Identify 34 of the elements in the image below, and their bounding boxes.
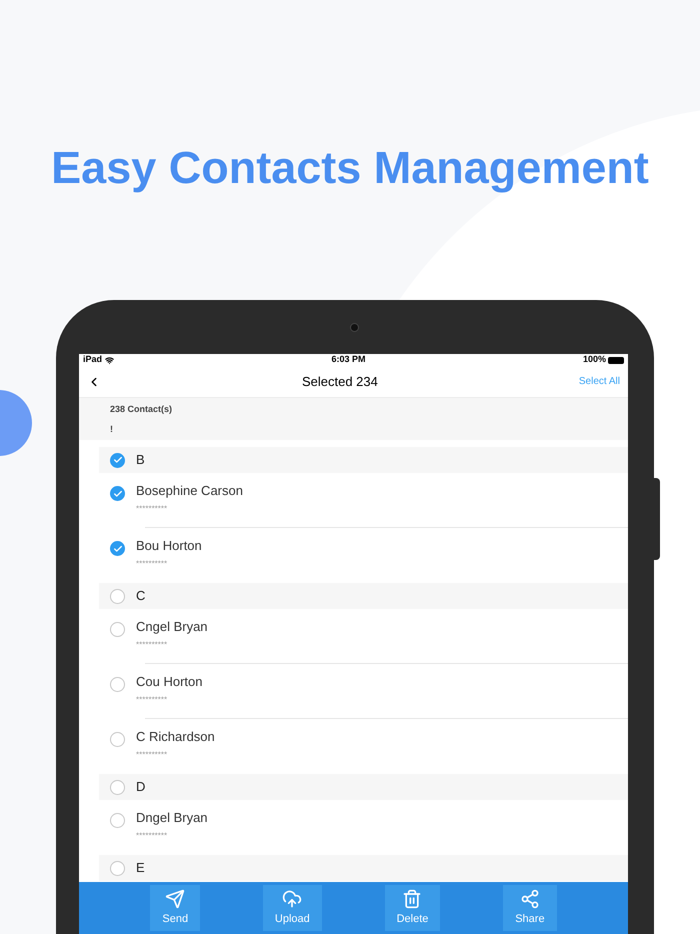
trash-icon xyxy=(402,888,422,909)
masked-phone: ********** xyxy=(136,559,168,569)
contact-name[interactable]: Cngel Bryan xyxy=(136,619,208,635)
section-header[interactable]: B xyxy=(99,447,628,473)
battery-icon xyxy=(608,356,624,364)
contact-name[interactable]: C Richardson xyxy=(136,729,215,745)
masked-phone: ********** xyxy=(136,504,168,514)
section-header[interactable]: D xyxy=(99,774,628,800)
section-header[interactable]: E xyxy=(99,855,628,881)
section-letter: B xyxy=(136,451,145,470)
nav-title: Selected 234 xyxy=(300,372,379,391)
cloud-upload-icon xyxy=(282,888,302,909)
contact-name[interactable]: Bou Horton xyxy=(136,538,202,554)
contact-count: 238 Contact(s) xyxy=(110,403,172,415)
battery-label: 100% xyxy=(582,353,606,366)
wifi-icon xyxy=(105,356,114,364)
section-letter: E xyxy=(136,859,145,878)
contact-name[interactable]: Dngel Bryan xyxy=(136,810,208,826)
masked-phone: ********** xyxy=(136,695,168,705)
contact-name[interactable]: Bosephine Carson xyxy=(136,483,243,499)
status-time: 6:03 PM xyxy=(331,353,366,366)
masked-phone: ********** xyxy=(136,831,168,841)
headline: Easy Contacts Management xyxy=(51,141,649,195)
contact-name[interactable]: Cou Horton xyxy=(136,674,202,690)
index-label: ! xyxy=(110,423,113,435)
section-letter: D xyxy=(136,778,146,796)
share-icon xyxy=(520,888,540,909)
masked-phone: ********** xyxy=(136,640,168,650)
camera-icon xyxy=(350,323,359,332)
masked-phone: ********** xyxy=(136,750,168,760)
carrier-label: iPad xyxy=(83,353,102,366)
section-letter: C xyxy=(136,587,146,606)
section-header[interactable]: C xyxy=(99,583,628,609)
paper-plane-icon xyxy=(165,888,186,909)
